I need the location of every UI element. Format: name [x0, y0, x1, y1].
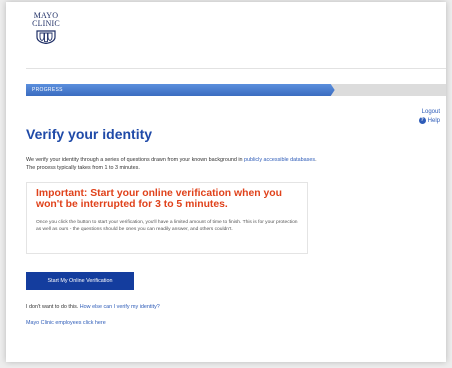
important-body: Once you click the button to start your … — [36, 220, 298, 232]
page-title: Verify your identity — [26, 126, 153, 142]
important-heading: Important: Start your online verificatio… — [36, 188, 282, 210]
progress-bar: PROGRESS — [26, 84, 446, 96]
alternative-line: I don't want to do this. How else can I … — [26, 303, 160, 311]
intro-text: We verify your identity through a series… — [26, 156, 326, 172]
intro-text-start: We verify your identity through a series… — [26, 157, 245, 163]
verification-page: MAYO CLINIC PROGRESS Logout ? Help Verif… — [6, 2, 446, 362]
shield-logo-icon — [36, 30, 56, 44]
help-label: Help — [427, 117, 440, 124]
employees-link[interactable]: Mayo Clinic employees click here — [26, 319, 106, 327]
other-verification-link[interactable]: How else can I verify my identity? — [80, 304, 160, 310]
public-databases-link[interactable]: publicly accessible databases — [244, 157, 315, 163]
mayo-clinic-logo: MAYO CLINIC — [26, 12, 66, 44]
logout-link[interactable]: Logout — [422, 109, 440, 115]
logo-text-line2: CLINIC — [32, 19, 60, 28]
help-icon: ? — [418, 117, 426, 124]
help-link[interactable]: ? Help — [418, 117, 440, 124]
progress-bar-fill — [26, 84, 335, 96]
header-divider — [26, 68, 446, 69]
progress-label: PROGRESS — [32, 87, 63, 93]
start-verification-button[interactable]: Start My Online Verification — [26, 272, 134, 290]
important-notice-box: Important: Start your online verificatio… — [26, 182, 308, 254]
alternative-text: I don't want to do this. — [26, 304, 80, 310]
